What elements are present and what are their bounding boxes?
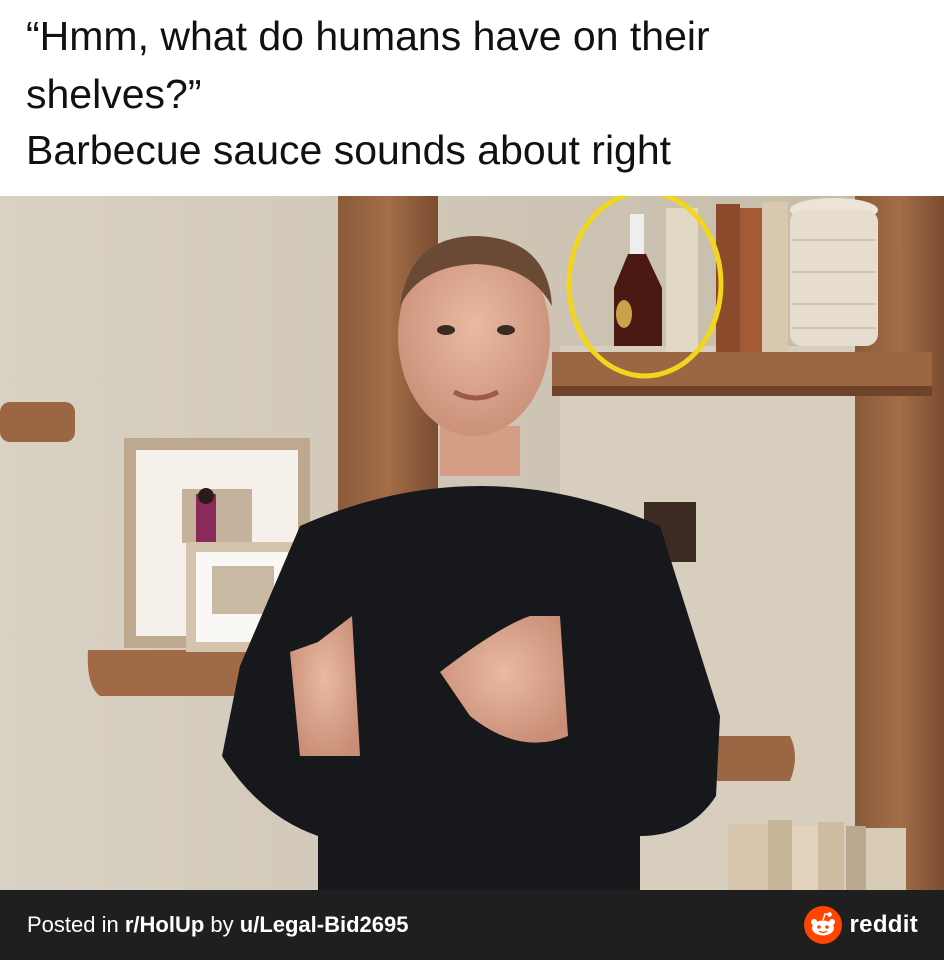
posted-prefix: Posted in — [27, 912, 125, 937]
caption: “Hmm, what do humans have on their shelv… — [0, 0, 944, 196]
reddit-logo: reddit — [803, 906, 918, 944]
book — [762, 202, 788, 352]
posted-in-text: Posted in r/HolUp by u/Legal-Bid2695 — [27, 911, 408, 939]
photo-illustration — [0, 196, 944, 890]
stacked-bowls — [790, 198, 878, 346]
caption-line-2: shelves?” — [26, 71, 202, 117]
left-top-shelf — [0, 402, 75, 442]
book-row — [728, 820, 906, 890]
username-link[interactable]: u/Legal-Bid2695 — [240, 912, 409, 937]
caption-line-1: “Hmm, what do humans have on their — [26, 13, 710, 59]
subreddit-link[interactable]: r/HolUp — [125, 912, 204, 937]
reddit-wordmark: reddit — [849, 911, 918, 938]
book — [740, 208, 762, 352]
meme-photo — [0, 196, 944, 890]
shelf-divider — [666, 208, 698, 352]
reddit-footer: Posted in r/HolUp by u/Legal-Bid2695 red… — [0, 890, 944, 960]
reddit-alien-icon — [803, 906, 842, 944]
by-text: by — [204, 912, 240, 937]
caption-line-3: Barbecue sauce sounds about right — [26, 127, 672, 173]
